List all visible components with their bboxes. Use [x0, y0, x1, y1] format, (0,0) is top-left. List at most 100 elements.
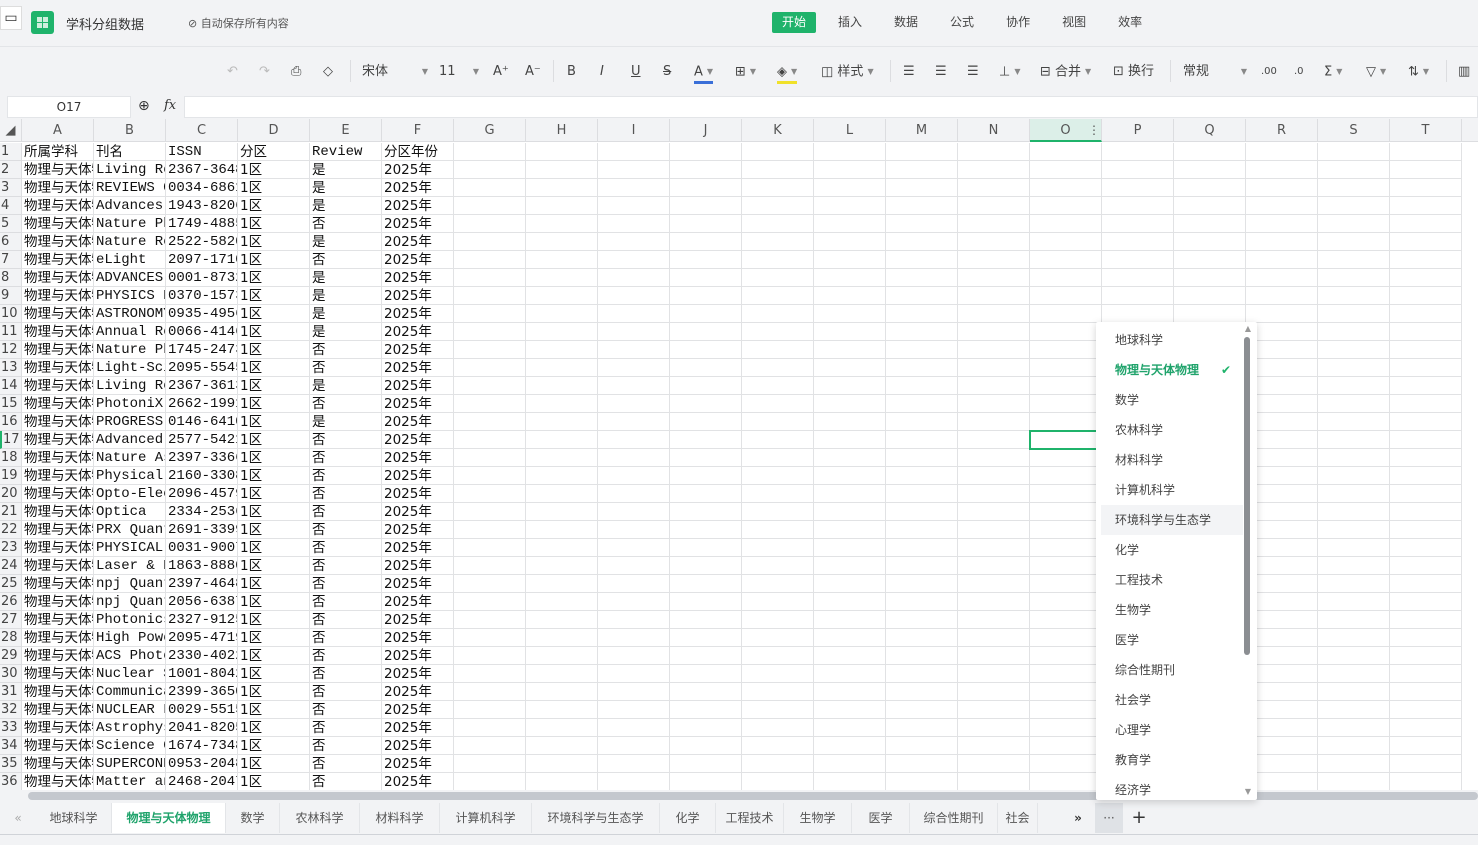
- number-format-select[interactable]: 常规 ▼: [1183, 62, 1247, 82]
- row-header[interactable]: 28: [0, 629, 22, 647]
- cell[interactable]: Living Re: [94, 161, 166, 179]
- cell[interactable]: [598, 431, 670, 449]
- cell[interactable]: [670, 503, 742, 521]
- cell[interactable]: [526, 377, 598, 395]
- cell[interactable]: [526, 611, 598, 629]
- cell[interactable]: [526, 233, 598, 251]
- cell[interactable]: [1318, 611, 1390, 629]
- cell[interactable]: 2025年: [382, 611, 454, 629]
- cell[interactable]: 2025年: [382, 305, 454, 323]
- cell[interactable]: [814, 539, 886, 557]
- dropdown-item[interactable]: 社会学: [1101, 685, 1243, 715]
- cell[interactable]: 否: [310, 755, 382, 773]
- cell[interactable]: [598, 233, 670, 251]
- cell[interactable]: 1863-8880: [166, 557, 238, 575]
- cell[interactable]: 刊名: [94, 143, 166, 161]
- cell[interactable]: [886, 323, 958, 341]
- sheet-tab[interactable]: 生物学: [784, 803, 852, 833]
- cell[interactable]: 是: [310, 413, 382, 431]
- cell[interactable]: 2330-4022: [166, 647, 238, 665]
- cell[interactable]: 2056-6387: [166, 593, 238, 611]
- cell[interactable]: 否: [310, 449, 382, 467]
- cell[interactable]: High Powe: [94, 629, 166, 647]
- cell[interactable]: 2468-2047: [166, 773, 238, 790]
- wrap-button[interactable]: ⊡ 换行: [1113, 62, 1154, 82]
- cell[interactable]: 2025年: [382, 575, 454, 593]
- cell[interactable]: [814, 251, 886, 269]
- cell[interactable]: [742, 377, 814, 395]
- column-header-P[interactable]: P: [1102, 119, 1174, 142]
- cell[interactable]: 2025年: [382, 467, 454, 485]
- cell[interactable]: [670, 647, 742, 665]
- cell[interactable]: ASTRONOMY: [94, 305, 166, 323]
- cell[interactable]: [454, 269, 526, 287]
- cell[interactable]: [670, 305, 742, 323]
- cell[interactable]: [670, 557, 742, 575]
- cell[interactable]: [1030, 305, 1102, 323]
- cell[interactable]: [1390, 305, 1462, 323]
- cell[interactable]: [814, 431, 886, 449]
- cell[interactable]: [814, 701, 886, 719]
- cell[interactable]: [598, 719, 670, 737]
- cell[interactable]: [1390, 539, 1462, 557]
- cell[interactable]: [598, 629, 670, 647]
- cell[interactable]: [886, 467, 958, 485]
- cell[interactable]: 1区: [238, 575, 310, 593]
- cell[interactable]: 是: [310, 323, 382, 341]
- row-header[interactable]: 25: [0, 575, 22, 593]
- dropdown-item[interactable]: 生物学: [1101, 595, 1243, 625]
- cell[interactable]: 物理与天体物理: [22, 359, 94, 377]
- cell[interactable]: [742, 539, 814, 557]
- cell[interactable]: [1390, 197, 1462, 215]
- column-header-F[interactable]: F: [382, 119, 454, 142]
- save-icon[interactable]: ▭: [0, 6, 22, 30]
- cell[interactable]: [598, 323, 670, 341]
- cell[interactable]: 是: [310, 233, 382, 251]
- cell[interactable]: [526, 737, 598, 755]
- selected-cell[interactable]: [1029, 430, 1103, 450]
- cell[interactable]: 2367-3613: [166, 377, 238, 395]
- cell[interactable]: [814, 323, 886, 341]
- cell[interactable]: 物理与天体物理: [22, 395, 94, 413]
- cell[interactable]: [598, 251, 670, 269]
- cell[interactable]: [670, 719, 742, 737]
- dropdown-item[interactable]: 农林科学: [1101, 415, 1243, 445]
- cell[interactable]: [454, 593, 526, 611]
- cell[interactable]: [742, 593, 814, 611]
- cell[interactable]: PHYSICAL: [94, 539, 166, 557]
- cell[interactable]: [1174, 233, 1246, 251]
- cell[interactable]: [1246, 143, 1318, 161]
- cell[interactable]: [814, 179, 886, 197]
- cell[interactable]: [1174, 305, 1246, 323]
- cell[interactable]: [598, 539, 670, 557]
- cell[interactable]: [1318, 233, 1390, 251]
- row-header[interactable]: 9: [0, 287, 22, 305]
- cell[interactable]: [670, 359, 742, 377]
- sheet-tab[interactable]: 材料科学: [360, 803, 440, 833]
- cell[interactable]: [598, 773, 670, 790]
- row-header[interactable]: 33: [0, 719, 22, 737]
- cell[interactable]: 1区: [238, 179, 310, 197]
- cell[interactable]: [1246, 215, 1318, 233]
- cell[interactable]: 是: [310, 197, 382, 215]
- cell[interactable]: [1318, 431, 1390, 449]
- cell[interactable]: 物理与天体物理: [22, 773, 94, 790]
- dropdown-item[interactable]: 医学: [1101, 625, 1243, 655]
- cell[interactable]: [886, 485, 958, 503]
- cell[interactable]: [1390, 701, 1462, 719]
- cell[interactable]: [1318, 665, 1390, 683]
- zoom-search-icon[interactable]: ⊕: [138, 98, 150, 114]
- cell[interactable]: [958, 233, 1030, 251]
- cell[interactable]: Living Re: [94, 377, 166, 395]
- cell[interactable]: 所属学科: [22, 143, 94, 161]
- cell[interactable]: [670, 611, 742, 629]
- cell[interactable]: [742, 683, 814, 701]
- cell[interactable]: [670, 143, 742, 161]
- cell[interactable]: 2025年: [382, 539, 454, 557]
- cell[interactable]: [670, 395, 742, 413]
- row-header[interactable]: 4: [0, 197, 22, 215]
- cell[interactable]: [526, 305, 598, 323]
- cell[interactable]: [814, 233, 886, 251]
- cell[interactable]: [742, 503, 814, 521]
- cell[interactable]: 1区: [238, 737, 310, 755]
